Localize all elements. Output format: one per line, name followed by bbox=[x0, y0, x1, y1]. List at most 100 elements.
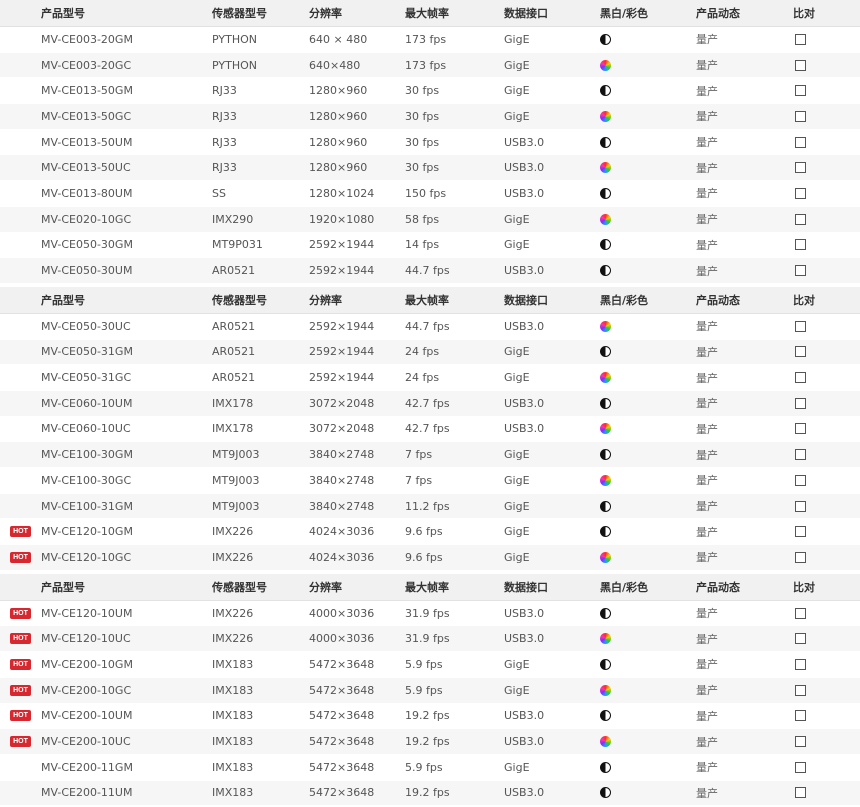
hot-badge: HOT bbox=[10, 658, 31, 670]
resolution-cell: 5472×3648 bbox=[309, 786, 375, 800]
compare-cell bbox=[793, 607, 860, 619]
color-wheel-icon bbox=[600, 213, 611, 225]
compare-checkbox[interactable] bbox=[795, 474, 806, 486]
color-type-cell bbox=[600, 633, 696, 645]
compare-checkbox[interactable] bbox=[795, 397, 806, 409]
resolution-cell: 5472×3648 bbox=[309, 683, 375, 697]
compare-checkbox[interactable] bbox=[795, 761, 806, 773]
fps-cell: 44.7 fps bbox=[405, 319, 450, 333]
model-link[interactable]: MV-CE013-50GM bbox=[41, 84, 212, 97]
model-link[interactable]: MV-CE200-11UM bbox=[41, 786, 212, 799]
color-wheel-icon bbox=[600, 423, 611, 435]
compare-checkbox[interactable] bbox=[795, 372, 806, 384]
compare-checkbox[interactable] bbox=[795, 526, 806, 538]
interface-cell: USB3.0 bbox=[504, 396, 545, 410]
resolution-cell: 4000×3036 bbox=[309, 632, 375, 646]
resolution-cell: 1280×1024 bbox=[309, 186, 375, 200]
compare-checkbox[interactable] bbox=[795, 33, 806, 45]
compare-checkbox[interactable] bbox=[795, 187, 806, 199]
model-link[interactable]: MV-CE013-80UM bbox=[41, 187, 212, 200]
compare-checkbox[interactable] bbox=[795, 710, 806, 722]
compare-checkbox[interactable] bbox=[795, 658, 806, 670]
model-link[interactable]: MV-CE050-30UC bbox=[41, 320, 212, 333]
compare-checkbox[interactable] bbox=[795, 239, 806, 251]
fps-cell: 24 fps bbox=[405, 371, 440, 385]
compare-checkbox[interactable] bbox=[795, 607, 806, 619]
table-row: MV-CE050-30UC AR0521 2592×1944 44.7 fps USB3… bbox=[0, 314, 860, 340]
interface-cell: USB3.0 bbox=[504, 632, 545, 646]
model-link[interactable]: MV-CE200-10UM bbox=[41, 709, 212, 722]
compare-checkbox[interactable] bbox=[795, 59, 806, 71]
compare-cell bbox=[793, 710, 860, 722]
model-link[interactable]: MV-CE100-30GM bbox=[41, 448, 212, 461]
model-link[interactable]: MV-CE200-10GM bbox=[41, 658, 212, 671]
resolution-cell: 2592×1944 bbox=[309, 319, 375, 333]
model-link[interactable]: MV-CE013-50UC bbox=[41, 161, 212, 174]
mono-half-circle-icon bbox=[600, 346, 611, 358]
model-link[interactable]: MV-CE100-30GC bbox=[41, 474, 212, 487]
compare-checkbox[interactable] bbox=[795, 500, 806, 512]
model-link[interactable]: MV-CE100-31GM bbox=[41, 500, 212, 513]
model-link[interactable]: MV-CE050-30GM bbox=[41, 238, 212, 251]
compare-cell bbox=[793, 684, 860, 696]
compare-cell bbox=[793, 85, 860, 97]
model-link[interactable]: MV-CE060-10UM bbox=[41, 397, 212, 410]
model-link[interactable]: MV-CE120-10GC bbox=[41, 551, 212, 564]
compare-checkbox[interactable] bbox=[795, 551, 806, 563]
model-link[interactable]: MV-CE060-10UC bbox=[41, 422, 212, 435]
compare-checkbox[interactable] bbox=[795, 213, 806, 225]
compare-checkbox[interactable] bbox=[795, 449, 806, 461]
interface-cell: USB3.0 bbox=[504, 319, 545, 333]
color-type-cell bbox=[600, 162, 696, 174]
sensor-cell: PYTHON bbox=[212, 32, 257, 46]
model-link[interactable]: MV-CE050-31GM bbox=[41, 345, 212, 358]
sensor-cell: IMX226 bbox=[212, 606, 254, 620]
model-link[interactable]: MV-CE200-11GM bbox=[41, 761, 212, 774]
compare-checkbox[interactable] bbox=[795, 320, 806, 332]
compare-cell bbox=[793, 633, 860, 645]
model-link[interactable]: MV-CE200-10GC bbox=[41, 684, 212, 697]
compare-checkbox[interactable] bbox=[795, 787, 806, 799]
model-link[interactable]: MV-CE200-10UC bbox=[41, 735, 212, 748]
compare-checkbox[interactable] bbox=[795, 162, 806, 174]
model-link[interactable]: MV-CE013-50UM bbox=[41, 136, 212, 149]
interface-cell: GigE bbox=[504, 683, 530, 697]
color-type-cell bbox=[600, 684, 696, 696]
compare-checkbox[interactable] bbox=[795, 136, 806, 148]
table-row: HOT MV-CE120-10UM IMX226 4000×3036 31.9 fps U… bbox=[0, 601, 860, 627]
mono-half-circle-icon bbox=[600, 85, 611, 97]
compare-checkbox[interactable] bbox=[795, 633, 806, 645]
resolution-cell: 4024×3036 bbox=[309, 550, 375, 564]
compare-checkbox[interactable] bbox=[795, 265, 806, 277]
sensor-cell: RJ33 bbox=[212, 135, 237, 149]
model-link[interactable]: MV-CE020-10GC bbox=[41, 213, 212, 226]
compare-cell bbox=[793, 736, 860, 748]
compare-checkbox[interactable] bbox=[795, 110, 806, 122]
model-link[interactable]: MV-CE120-10UC bbox=[41, 632, 212, 645]
color-type-cell bbox=[600, 761, 696, 773]
interface-cell: USB3.0 bbox=[504, 264, 545, 278]
model-link[interactable]: MV-CE120-10GM bbox=[41, 525, 212, 538]
model-link[interactable]: MV-CE050-31GC bbox=[41, 371, 212, 384]
model-link[interactable]: MV-CE003-20GC bbox=[41, 59, 212, 72]
resolution-cell: 3072×2048 bbox=[309, 422, 375, 436]
model-link[interactable]: MV-CE050-30UM bbox=[41, 264, 212, 277]
sensor-cell: AR0521 bbox=[212, 264, 256, 278]
compare-checkbox[interactable] bbox=[795, 736, 806, 748]
sensor-cell: IMX226 bbox=[212, 550, 254, 564]
model-link[interactable]: MV-CE003-20GM bbox=[41, 33, 212, 46]
table-row: MV-CE013-50GM RJ33 1280×960 30 fps GigE 量产 bbox=[0, 78, 860, 105]
status-cell: 量产 bbox=[696, 786, 718, 800]
compare-checkbox[interactable] bbox=[795, 85, 806, 97]
compare-checkbox[interactable] bbox=[795, 423, 806, 435]
model-link[interactable]: MV-CE120-10UM bbox=[41, 607, 212, 620]
header-sensor: 传感器型号 bbox=[212, 293, 267, 307]
model-link[interactable]: MV-CE013-50GC bbox=[41, 110, 212, 123]
table-section: 产品型号 传感器型号 分辨率 最大帧率 数据接口 黑白/彩色 产品动态 比对 HOT MV-CE1… bbox=[0, 573, 860, 807]
compare-checkbox[interactable] bbox=[795, 346, 806, 358]
compare-checkbox[interactable] bbox=[795, 684, 806, 696]
compare-cell bbox=[793, 449, 860, 461]
color-type-cell bbox=[600, 33, 696, 45]
header-interface: 数据接口 bbox=[504, 293, 548, 307]
color-type-cell bbox=[600, 59, 696, 71]
